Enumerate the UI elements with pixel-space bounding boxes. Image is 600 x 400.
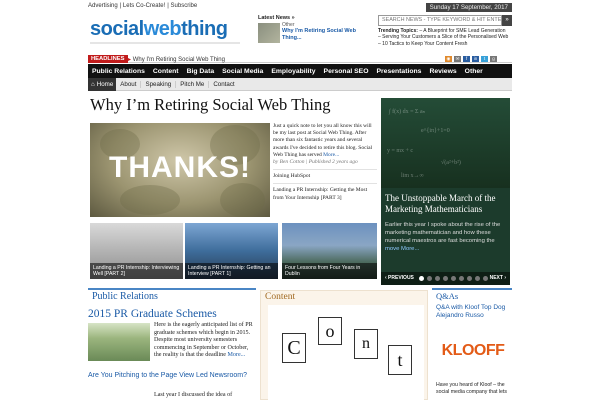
thumb-caption: Landing a PR Internship: Getting an Inte… <box>185 263 278 279</box>
thumb-card[interactable]: Landing a PR Internship: Interviewing We… <box>90 223 183 279</box>
slider-dot[interactable] <box>435 276 440 281</box>
slider-dot[interactable] <box>451 276 456 281</box>
related-link[interactable]: Landing a PR Internship: Getting the Mos… <box>273 183 377 201</box>
nav-content[interactable]: Content <box>149 68 183 75</box>
trending-item[interactable]: – Serving Your Customers a Slice of the … <box>378 34 508 40</box>
subnav-pitch-me[interactable]: Pitch Me <box>176 80 210 88</box>
qa-excerpt: Have you heard of Kloof – the social med… <box>436 382 507 395</box>
slider-dot[interactable] <box>483 276 488 281</box>
latest-news-title[interactable]: Why I'm Retiring Social Web Thing... <box>282 28 374 42</box>
thumb-card[interactable]: Four Lessons from Four Years in Dublin <box>282 223 377 279</box>
content-card: t <box>388 345 412 375</box>
top-link-advertising[interactable]: Advertising <box>88 3 118 9</box>
slider-next-button[interactable]: NEXT › <box>490 275 506 281</box>
slider-dot[interactable] <box>419 276 424 281</box>
date-label: Sunday 17 September, 2017 <box>425 3 512 12</box>
subnav-speaking[interactable]: Speaking <box>141 80 177 88</box>
headlines-bar: HEADLINES ▸ Why I'm Retiring Social Web … <box>88 55 512 63</box>
top-links: Advertising | Lets Co-Create! | Subscribe <box>88 3 198 9</box>
latest-news-label: Latest News » <box>258 15 295 21</box>
nav-other[interactable]: Other <box>461 68 487 75</box>
article-meta: by Ben Cotton | Published 2 years ago <box>273 159 358 166</box>
slider-dot[interactable] <box>459 276 464 281</box>
subnav-contact[interactable]: Contact <box>209 81 238 88</box>
trending-label: Trending Topics: <box>378 28 418 34</box>
qa-headline[interactable]: Q&A with Kloof Top Dog Alejandro Russo <box>436 304 512 320</box>
related-link[interactable]: Joining HubSpot <box>273 169 377 180</box>
pr-headline-2[interactable]: Are You Pitching to the Page View Led Ne… <box>88 372 258 381</box>
thumb-caption: Four Lessons from Four Years in Dublin <box>282 263 377 279</box>
latest-news: Latest News » Other Why I'm Retiring Soc… <box>258 15 373 45</box>
subnav-home[interactable]: ⌂ Home <box>88 77 117 91</box>
main-article-title[interactable]: Why I’m Retiring Social Web Thing <box>90 95 330 115</box>
trending-item[interactable]: – A Blueprint for SME Lead Generation <box>419 28 505 34</box>
slider-text: Earlier this year I spoke about the rise… <box>385 222 501 252</box>
slider-prev-button[interactable]: ‹ PREVIOUS <box>385 275 414 281</box>
latest-news-thumbnail[interactable] <box>258 23 280 43</box>
nav-reviews[interactable]: Reviews <box>425 68 460 75</box>
top-link-subscribe[interactable]: Subscribe <box>171 3 198 9</box>
nav-big-data[interactable]: Big Data <box>183 68 219 75</box>
site-logo[interactable]: socialwebthing <box>90 18 228 41</box>
headlines-tag: HEADLINES <box>88 55 128 63</box>
pr-excerpt-2: Last year I discussed the idea of <box>154 392 233 398</box>
pr-more-link[interactable]: More... <box>227 352 245 358</box>
sub-nav: ⌂ Home About Speaking Pitch Me Contact <box>88 77 512 91</box>
search-input[interactable]: SEARCH NEWS - TYPE KEYWORD & HIT ENTER <box>378 15 502 26</box>
trending-topics: Trending Topics: – A Blueprint for SME L… <box>378 28 512 47</box>
slider-dot[interactable] <box>427 276 432 281</box>
slider-controls: ‹ PREVIOUS NEXT › <box>381 272 510 285</box>
home-icon: ⌂ <box>91 80 95 88</box>
top-link-cocreate[interactable]: Lets Co-Create! <box>123 3 165 9</box>
slider-dots <box>419 276 488 281</box>
slider-dot[interactable] <box>443 276 448 281</box>
slider-dot[interactable] <box>475 276 480 281</box>
nav-personal-seo[interactable]: Personal SEO <box>320 68 373 75</box>
qa-divider <box>432 288 512 290</box>
headline-ticker[interactable]: ▸ Why I'm Retiring Social Web Thing <box>128 56 225 63</box>
pr-headline[interactable]: 2015 PR Graduate Schemes <box>88 308 217 320</box>
slider-dot[interactable] <box>467 276 472 281</box>
thumb-card[interactable]: Landing a PR Internship: Getting an Inte… <box>185 223 278 279</box>
featured-image[interactable]: THANKS! <box>90 123 270 217</box>
slider-more-link[interactable]: move More... <box>385 246 419 252</box>
featured-excerpt: Just a quick note to let you all know th… <box>273 123 377 202</box>
pr-divider <box>88 288 256 290</box>
logo-divider <box>90 42 240 44</box>
content-card: C <box>282 333 306 363</box>
trending-item[interactable]: – 10 Tactics to Keep Your Content Fresh <box>378 41 467 47</box>
nav-employability[interactable]: Employability <box>267 68 319 75</box>
thumb-caption: Landing a PR Internship: Interviewing We… <box>90 263 183 279</box>
content-card: n <box>354 329 378 359</box>
pr-section-title[interactable]: Public Relations <box>92 291 158 302</box>
featured-image-text: THANKS! <box>109 151 251 184</box>
slider-image: ∫ f(x) dx = Σ aₙ e^{iπ}+1=0 y = mx + c √… <box>381 98 510 188</box>
top-bar: Advertising | Lets Co-Create! | Subscribe … <box>88 3 512 12</box>
subnav-about[interactable]: About <box>116 80 142 88</box>
nav-social-media[interactable]: Social Media <box>218 68 267 75</box>
content-card: o <box>318 317 342 345</box>
excerpt-more-link[interactable]: More... <box>323 152 339 158</box>
pr-image[interactable] <box>88 323 150 361</box>
content-image[interactable]: C o n t <box>268 305 424 400</box>
nav-presentations[interactable]: Presentations <box>372 68 425 75</box>
featured-slider[interactable]: ∫ f(x) dx = Σ aₙ e^{iπ}+1=0 y = mx + c √… <box>381 98 510 285</box>
pr-excerpt: Here is the eagerly anticipated list of … <box>154 322 253 359</box>
qa-section-title[interactable]: Q&As <box>436 291 458 301</box>
slider-title[interactable]: The Unstoppable March of the Marketing M… <box>385 193 506 215</box>
search-button[interactable]: » <box>502 15 512 26</box>
nav-public-relations[interactable]: Public Relations <box>88 68 149 75</box>
content-section-title[interactable]: Content <box>265 292 295 302</box>
main-nav: Public Relations Content Big Data Social… <box>88 64 512 78</box>
kloof-logo[interactable]: KLOOFF <box>436 322 510 374</box>
